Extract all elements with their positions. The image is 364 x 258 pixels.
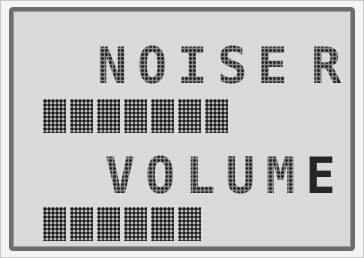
level-segment — [97, 99, 120, 133]
level-segment — [124, 99, 147, 133]
level-segment — [70, 207, 93, 241]
level-segment — [151, 207, 174, 241]
level-segment — [70, 99, 93, 133]
level-segment — [178, 99, 201, 133]
channel-indicator: R — [311, 37, 342, 95]
level-segment — [124, 207, 147, 241]
noise-label: NOISE — [97, 37, 298, 95]
level-segment — [151, 99, 174, 133]
noise-level-bar — [43, 99, 228, 133]
level-segment — [178, 207, 201, 241]
volume-label: VOLUME — [105, 147, 346, 205]
lcd-screen: NOISE R VOLUME — [15, 13, 349, 245]
volume-level-bar — [43, 207, 201, 241]
level-segment — [43, 99, 66, 133]
level-segment — [205, 99, 228, 133]
level-segment — [97, 207, 120, 241]
lcd-display-panel: NOISE R VOLUME — [0, 0, 364, 258]
level-segment — [43, 207, 66, 241]
